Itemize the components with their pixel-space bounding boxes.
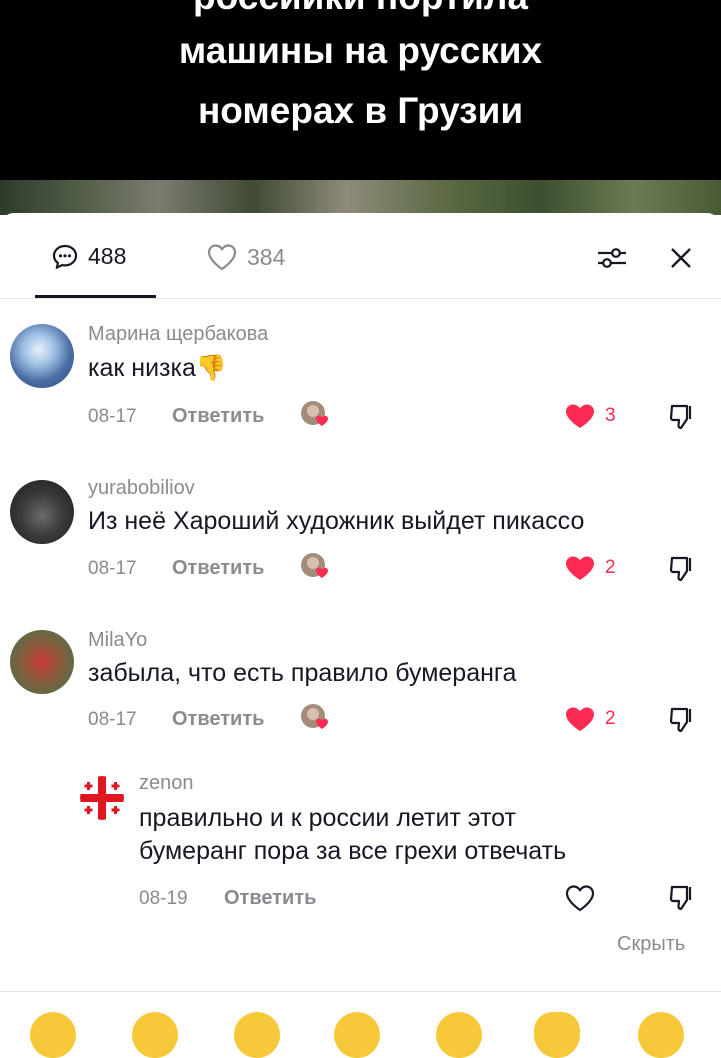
- likes-count: 384: [247, 243, 286, 270]
- filter-button[interactable]: [595, 241, 629, 275]
- like-button[interactable]: 2: [565, 555, 616, 581]
- reply-text-line-1: правильно и к россии летит этот: [139, 804, 516, 832]
- comment-icon: [52, 244, 78, 269]
- dislike-icon[interactable]: [668, 884, 696, 912]
- like-button[interactable]: 2: [565, 706, 616, 732]
- avatar[interactable]: [10, 324, 74, 388]
- avatar[interactable]: [80, 776, 124, 820]
- dislike-icon[interactable]: [668, 403, 696, 431]
- heart-outline-icon: [207, 244, 237, 271]
- tab-likes[interactable]: 384: [207, 243, 285, 271]
- comment-date: 08-17: [88, 558, 137, 579]
- creator-liked-avatar: [301, 704, 328, 729]
- reply-button[interactable]: Ответить: [172, 557, 264, 580]
- comment-text: как низка👎: [88, 354, 228, 382]
- avatar[interactable]: [10, 630, 74, 694]
- reply-text-line-2: бумеранг пора за все грехи отвечать: [139, 837, 567, 865]
- close-icon: [671, 248, 691, 268]
- avatar[interactable]: [10, 480, 74, 544]
- sliders-icon: [598, 248, 626, 268]
- close-button[interactable]: [664, 241, 698, 275]
- video-frame: [0, 180, 721, 215]
- comment-text: забыла, что есть правило бумеранга: [88, 659, 517, 687]
- reply-button[interactable]: Ответить: [172, 405, 264, 428]
- emoji-clap[interactable]: [534, 1012, 580, 1058]
- dislike-icon[interactable]: [668, 706, 696, 734]
- composer-divider: [0, 991, 721, 992]
- like-button[interactable]: 3: [565, 403, 616, 429]
- comments-count: 488: [88, 243, 127, 269]
- video-caption-line-3: номерах в Грузии: [197, 90, 524, 131]
- creator-liked-avatar: [301, 401, 328, 426]
- comment-username[interactable]: yurabobiliov: [88, 477, 195, 500]
- like-count: 2: [605, 557, 616, 578]
- hide-replies-button[interactable]: Скрыть: [617, 933, 685, 956]
- header-divider: [0, 298, 721, 299]
- like-count: 2: [605, 708, 616, 729]
- emoji-surprised[interactable]: [638, 1012, 684, 1058]
- emoji-grin[interactable]: [30, 1012, 76, 1058]
- heart-filled-icon: [566, 556, 594, 580]
- reply-button[interactable]: Ответить: [224, 887, 316, 910]
- emoji-wink[interactable]: [436, 1012, 482, 1058]
- comment-text: Из неё Хароший художник выйдет пикассо: [88, 507, 585, 535]
- emoji-heart-eyes[interactable]: [132, 1012, 178, 1058]
- creator-liked-avatar: [301, 553, 328, 578]
- emoji-tears-of-joy[interactable]: [334, 1012, 380, 1058]
- emoji-smile[interactable]: [234, 1012, 280, 1058]
- dislike-icon[interactable]: [668, 555, 696, 583]
- heart-filled-icon: [566, 404, 594, 428]
- comment-username[interactable]: Марина щербакова: [88, 323, 268, 346]
- like-count: 3: [605, 405, 616, 426]
- heart-filled-icon: [566, 707, 594, 731]
- reply-date: 08-19: [139, 888, 188, 909]
- video-caption-line-2: машины на русских: [178, 30, 543, 71]
- reply-username[interactable]: zenon: [139, 772, 194, 795]
- reply-button[interactable]: Ответить: [172, 708, 264, 731]
- comment-username[interactable]: MilaYo: [88, 629, 147, 652]
- comment-date: 08-17: [88, 406, 137, 427]
- video-caption-line-1: российки портила: [0, 0, 721, 15]
- heart-outline-icon[interactable]: [565, 884, 595, 912]
- tab-comments[interactable]: 488: [52, 243, 126, 270]
- comment-date: 08-17: [88, 709, 137, 730]
- video-preview[interactable]: российки портила машины на русских номер…: [0, 0, 721, 215]
